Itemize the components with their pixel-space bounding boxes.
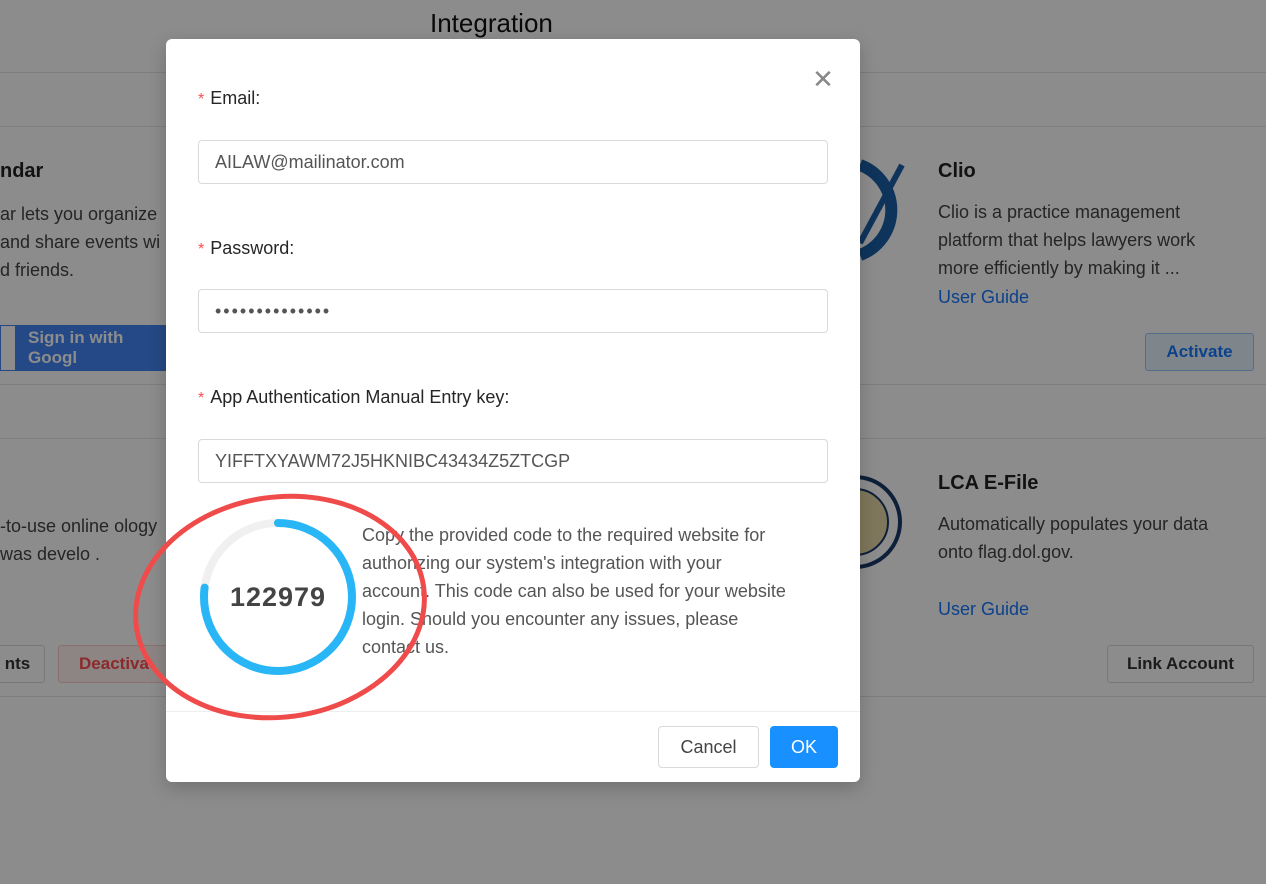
modal-footer-divider bbox=[166, 711, 860, 712]
key-label: * App Authentication Manual Entry key: bbox=[198, 387, 510, 407]
cancel-button[interactable]: Cancel bbox=[658, 726, 759, 768]
email-field[interactable] bbox=[198, 140, 828, 184]
ok-button[interactable]: OK bbox=[770, 726, 838, 768]
code-instructions: Copy the provided code to the required w… bbox=[362, 525, 786, 657]
code-timer: 122979 bbox=[198, 517, 358, 677]
key-field[interactable] bbox=[198, 439, 828, 483]
password-label: * Password: bbox=[198, 238, 295, 258]
integration-modal: ✕ *Email: *Password: *App Authentication… bbox=[166, 39, 860, 782]
password-field[interactable] bbox=[198, 289, 828, 333]
email-label: * Email: bbox=[198, 88, 261, 108]
close-icon[interactable]: ✕ bbox=[811, 66, 835, 92]
auth-code: 122979 bbox=[229, 581, 327, 612]
